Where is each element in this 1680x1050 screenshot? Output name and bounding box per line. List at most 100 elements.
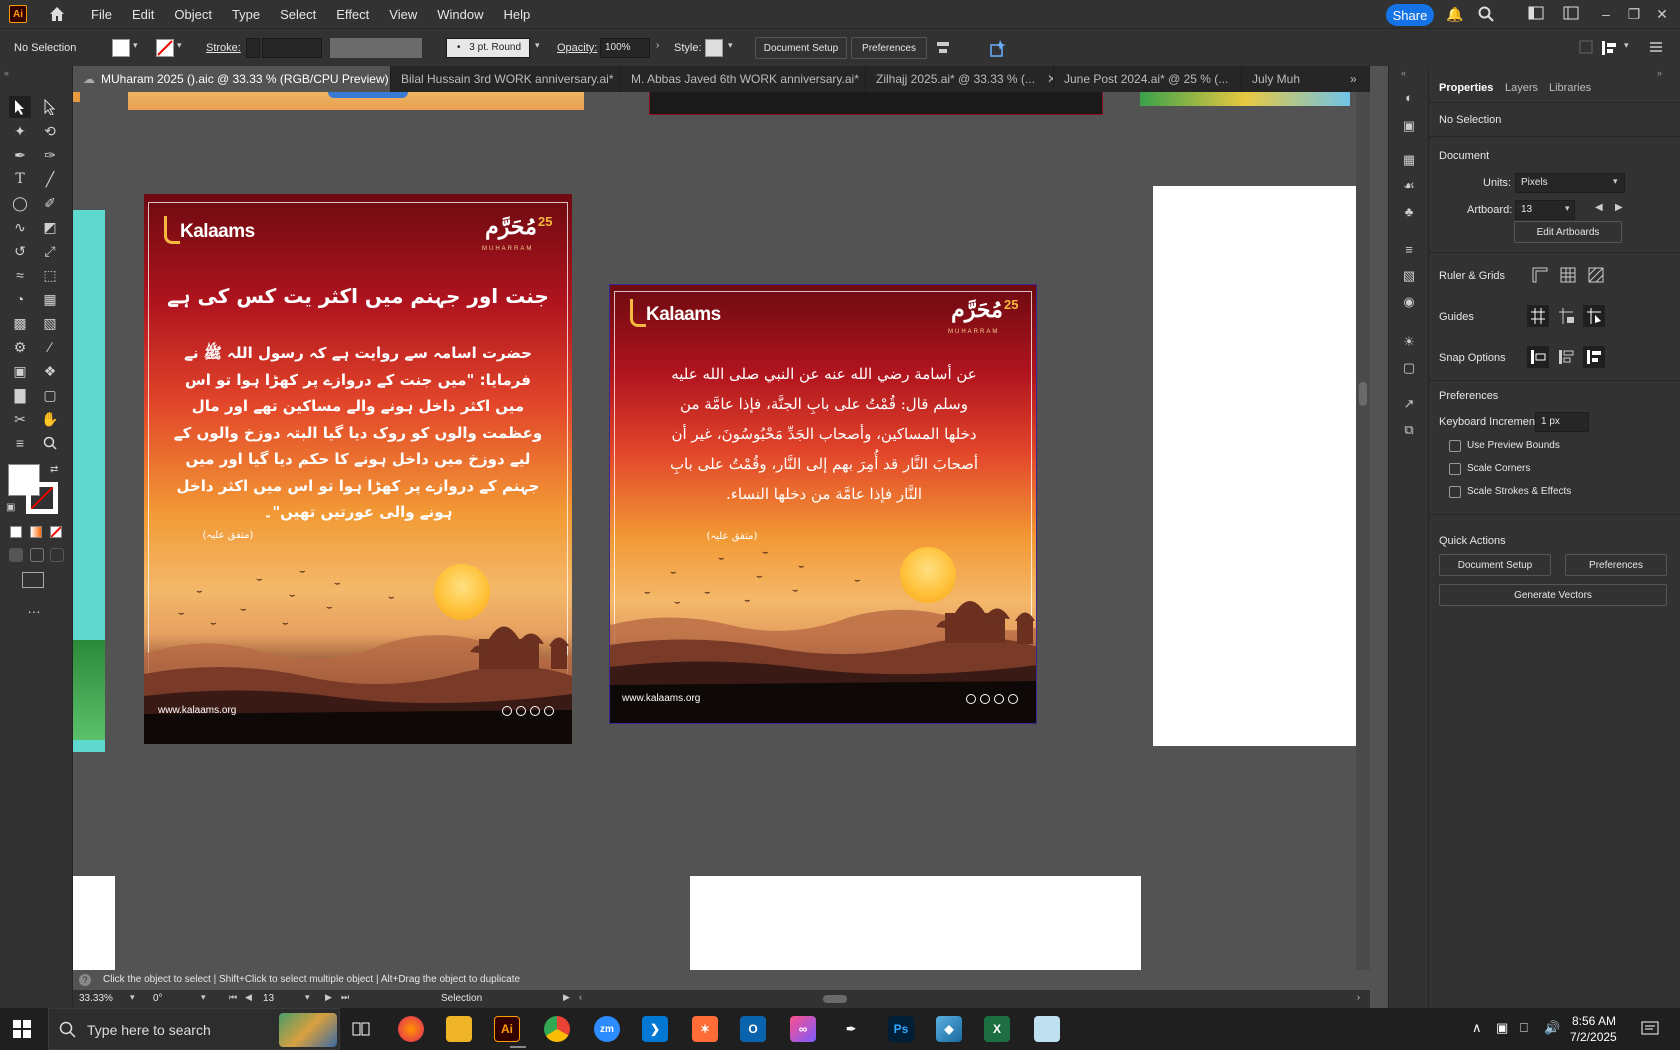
pen-app-icon[interactable]: ✒ xyxy=(838,1016,864,1042)
status-menu-icon[interactable]: ▶ xyxy=(563,992,570,1003)
stroke-label[interactable]: Stroke: xyxy=(206,42,241,54)
tab-abbas-javed[interactable]: M. Abbas Javed 6th WORK anniversary.ai* … xyxy=(621,66,866,92)
ruler-icon[interactable] xyxy=(1531,266,1549,284)
recolor-icon[interactable] xyxy=(988,38,1008,58)
vscode-icon[interactable]: ❯ xyxy=(642,1016,668,1042)
selection-tool-icon[interactable] xyxy=(9,96,31,118)
blank-artboard-right[interactable] xyxy=(1153,186,1370,746)
snap-to-pixel-icon[interactable] xyxy=(1583,346,1605,368)
rotate-tool-icon[interactable]: ↺ xyxy=(9,240,31,262)
clock-time[interactable]: 8:56 AM xyxy=(1572,1014,1616,1028)
vertical-scrollbar[interactable] xyxy=(1356,92,1370,977)
fill-swatch[interactable] xyxy=(112,39,130,57)
prev-artboard-icon[interactable]: ◀ xyxy=(1595,202,1603,213)
grid-icon[interactable] xyxy=(1559,266,1577,284)
volume-icon[interactable]: 🔊 xyxy=(1544,1020,1560,1036)
poster-arabic[interactable]: Kalaams مُحَرَّم 25 MUHARRAM عن أسامة رض… xyxy=(609,284,1037,724)
keyboard-increment-input[interactable]: 1 px xyxy=(1535,412,1589,432)
curvature-tool-icon[interactable]: ✑ xyxy=(39,144,61,166)
menu-select[interactable]: Select xyxy=(270,7,326,22)
lasso-tool-icon[interactable]: ⟲ xyxy=(39,120,61,142)
sun-panel-icon[interactable]: ☀ xyxy=(1399,334,1419,354)
search-icon[interactable] xyxy=(1478,6,1494,22)
scroll-right-icon[interactable]: › xyxy=(1357,992,1360,1002)
direct-selection-tool-icon[interactable] xyxy=(39,96,61,118)
arrange-icon[interactable] xyxy=(1563,6,1579,22)
draw-inside-icon[interactable] xyxy=(50,548,64,562)
artboard-chevron-icon[interactable]: ▾ xyxy=(1565,203,1570,214)
color-panel-icon[interactable]: ◐ xyxy=(1399,90,1419,110)
snap-dropdown-icon[interactable]: ▾ xyxy=(1624,40,1629,51)
none-mode-icon[interactable] xyxy=(50,526,62,538)
shape-builder-tool-icon[interactable]: ◔ xyxy=(9,288,31,310)
vertical-scroll-thumb[interactable] xyxy=(1359,382,1367,406)
menu-help[interactable]: Help xyxy=(493,7,540,22)
graphic-style-swatch[interactable] xyxy=(705,39,723,57)
clock-date[interactable]: 7/2/2025 xyxy=(1570,1030,1617,1044)
pen-tool-icon[interactable]: ✒ xyxy=(9,144,31,166)
asset-export-icon[interactable]: ▢ xyxy=(1399,360,1419,380)
menu-file[interactable]: File xyxy=(81,7,122,22)
scroll-left-icon[interactable]: ‹ xyxy=(579,992,582,1002)
artboard-tool-icon[interactable]: ▢ xyxy=(39,384,61,406)
stroke-panel-icon[interactable]: ≡ xyxy=(1399,242,1419,262)
scale-tool-icon[interactable]: ⤢ xyxy=(39,240,61,262)
color-mode-icon[interactable] xyxy=(10,526,22,538)
poster-urdu[interactable]: Kalaams مُحَرَّم 25 MUHARRAM جنت اور جہن… xyxy=(144,194,572,744)
more-tabs-icon[interactable]: » xyxy=(1340,66,1370,92)
file-explorer-icon[interactable] xyxy=(446,1016,472,1042)
artboard-number[interactable]: 13 xyxy=(261,991,311,1007)
show-guides-icon[interactable] xyxy=(1527,305,1549,327)
align-panel-icon[interactable] xyxy=(1578,39,1594,55)
workspace-icon[interactable] xyxy=(1528,6,1544,22)
stroke-color-box[interactable] xyxy=(26,482,58,514)
close-tab-icon[interactable]: ✕ xyxy=(1047,72,1053,86)
symbols-panel-icon[interactable]: ♣ xyxy=(1399,204,1419,224)
network-icon[interactable]: ⎕ xyxy=(1520,1020,1528,1036)
panel-menu-icon[interactable] xyxy=(1648,39,1664,55)
quick-preferences-button[interactable]: Preferences xyxy=(1565,554,1667,576)
scale-corners-checkbox[interactable] xyxy=(1449,463,1461,475)
menu-object[interactable]: Object xyxy=(164,7,222,22)
snap-to-point-icon[interactable] xyxy=(1527,346,1549,368)
gradient-panel-icon[interactable]: ▧ xyxy=(1399,268,1419,288)
lock-guides-icon[interactable] xyxy=(1555,305,1577,327)
column-graph-tool-icon[interactable]: ▇ xyxy=(9,384,31,406)
zoom-app-icon[interactable]: zm xyxy=(594,1016,620,1042)
blend-tool-icon[interactable]: ▣ xyxy=(9,360,31,382)
illustrator-taskbar-icon[interactable]: Ai xyxy=(494,1016,520,1042)
notes-icon[interactable] xyxy=(1034,1016,1060,1042)
tab-bilal-hussain[interactable]: Bilal Hussain 3rd WORK anniversary.ai* ✕ xyxy=(391,66,621,92)
menu-window[interactable]: Window xyxy=(427,7,493,22)
zoom-tool-icon[interactable] xyxy=(39,432,61,454)
export-icon[interactable]: ↗ xyxy=(1399,396,1419,416)
help-icon[interactable]: ? xyxy=(79,974,91,986)
document-setup-button[interactable]: Document Setup xyxy=(755,37,847,59)
hand-tool-icon[interactable]: ✋ xyxy=(39,408,61,430)
shaper-tool-icon[interactable]: ∿ xyxy=(9,216,31,238)
stroke-dropdown-icon[interactable]: ▾ xyxy=(177,40,182,51)
magic-wand-tool-icon[interactable]: ✦ xyxy=(9,120,31,142)
photoshop-icon[interactable]: Ps xyxy=(888,1016,914,1042)
collapse-panels-icon[interactable]: « xyxy=(1401,68,1406,78)
excel-icon[interactable]: X xyxy=(984,1016,1010,1042)
units-dropdown[interactable]: Pixels xyxy=(1515,173,1625,193)
tab-libraries[interactable]: Libraries xyxy=(1549,82,1591,94)
tab-properties[interactable]: Properties xyxy=(1439,82,1493,94)
measure-tool-icon[interactable]: ∕ xyxy=(39,336,61,358)
artboard-dropdown-icon[interactable]: ▾ xyxy=(305,992,310,1003)
rotation-dropdown-icon[interactable]: ▾ xyxy=(201,992,206,1003)
gradient-tool-icon[interactable]: ▧ xyxy=(39,312,61,334)
width-tool-icon[interactable]: ≡ xyxy=(9,432,31,454)
taskbar-search[interactable]: Type here to search xyxy=(48,1008,340,1050)
app-icon[interactable]: ◆ xyxy=(936,1016,962,1042)
symbol-sprayer-tool-icon[interactable]: ❖ xyxy=(39,360,61,382)
swatches-panel-icon[interactable]: ▦ xyxy=(1399,152,1419,172)
stroke-swatch[interactable] xyxy=(156,39,174,57)
type-tool-icon[interactable]: T xyxy=(9,168,31,190)
collapse-toolbar-icon[interactable]: « xyxy=(4,68,9,78)
variable-width-profile[interactable] xyxy=(330,38,422,58)
stroke-stepper[interactable] xyxy=(246,38,260,58)
gradient-mode-icon[interactable] xyxy=(30,526,42,538)
collapse-properties-icon[interactable]: » xyxy=(1657,68,1662,78)
